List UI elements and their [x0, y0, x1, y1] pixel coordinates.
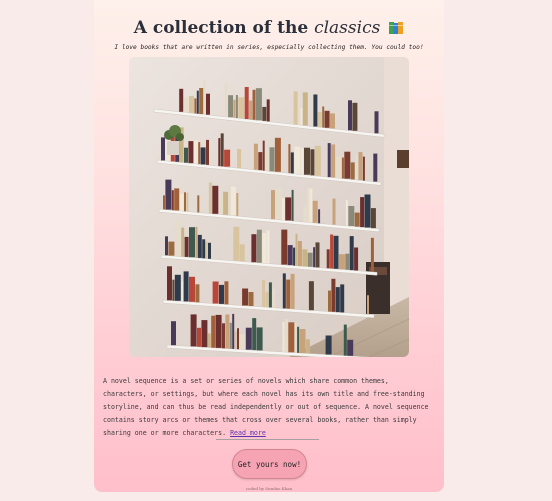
page-card: A collection of the classics I love book…: [94, 0, 444, 492]
divider: [216, 439, 319, 440]
read-more-link[interactable]: Read more: [230, 429, 266, 437]
get-yours-button[interactable]: Get yours now!: [232, 449, 307, 479]
title-emphasis: classics: [314, 18, 381, 38]
page-title: A collection of the classics: [94, 18, 444, 40]
title-prefix: A collection of the: [133, 18, 309, 38]
credit-text: coded by Sundus Khan: [245, 486, 293, 491]
bookshelf-photo: [129, 57, 409, 357]
description-text: A novel sequence is a set or series of n…: [103, 377, 429, 437]
page-subtitle: I love books that are written in series,…: [114, 44, 424, 51]
description: A novel sequence is a set or series of n…: [103, 375, 435, 440]
books-icon: [388, 20, 404, 40]
